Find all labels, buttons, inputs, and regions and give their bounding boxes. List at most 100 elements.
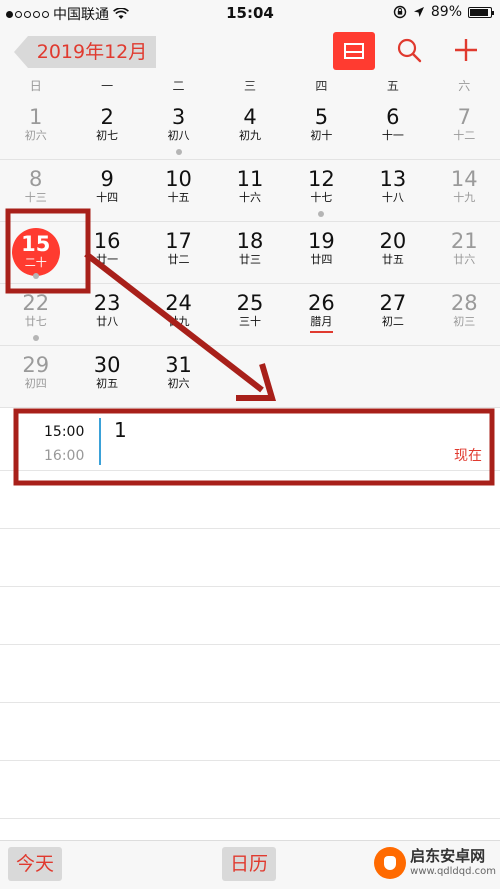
lunar-month-underline (309, 331, 333, 333)
day-cell[interactable]: 16 廿一 (74, 222, 141, 284)
day-cell[interactable]: 1 初六 (2, 98, 69, 160)
day-cell[interactable]: 8 十三 (2, 160, 69, 222)
day-cell[interactable]: 30 初五 (74, 346, 141, 408)
lunar-date: 十六 (239, 191, 261, 204)
lunar-date: 廿九 (167, 315, 190, 328)
event-dot (32, 335, 39, 341)
day-cell[interactable]: 17 廿二 (145, 222, 212, 284)
week-row: 22 廿七 23 廿八 24 廿九 25 三十 26 腊月 27 初二 28 初三 (0, 284, 500, 346)
lunar-date: 廿二 (167, 253, 190, 266)
watermark-name: 启东安卓网 (410, 847, 486, 865)
event-dot (175, 149, 182, 155)
day-cell[interactable]: 28 初三 (431, 284, 498, 346)
day-cell[interactable]: 23 廿八 (74, 284, 141, 346)
day-number: 23 (93, 291, 121, 315)
day-cell[interactable]: 31 初六 (145, 346, 212, 408)
lunar-date: 初二 (381, 315, 404, 328)
day-number: 10 (165, 167, 192, 191)
lunar-date: 十九 (453, 191, 476, 204)
day-cell-today[interactable]: 15 二十 (2, 222, 69, 284)
lunar-date: 十二 (453, 129, 476, 142)
now-indicator: 现在 (454, 448, 482, 464)
event-dot (318, 211, 325, 217)
day-cell[interactable]: 25 三十 (217, 284, 284, 346)
lunar-date: 十四 (96, 191, 119, 204)
day-cell[interactable]: 11 十六 (217, 160, 284, 222)
lunar-date: 廿七 (24, 315, 47, 328)
day-cell[interactable]: 18 廿三 (217, 222, 284, 284)
day-cell[interactable]: 27 初二 (359, 284, 426, 346)
weekday-label: 四 (315, 79, 328, 93)
day-cell[interactable]: 3 初八 (145, 98, 212, 160)
day-cell[interactable]: 21 廿六 (431, 222, 498, 284)
day-cell[interactable]: 29 初四 (2, 346, 69, 408)
lunar-date: 廿三 (239, 253, 261, 266)
day-cell[interactable]: 20 廿五 (359, 222, 426, 284)
day-number: 19 (308, 229, 335, 253)
weekday-label: 日 (29, 79, 42, 93)
day-cell[interactable]: 4 初九 (217, 98, 284, 160)
day-cell[interactable]: 6 十一 (359, 98, 426, 160)
back-to-month-button[interactable]: 2019年12月 (14, 36, 156, 68)
add-event-icon[interactable] (452, 36, 480, 64)
battery-icon (468, 6, 494, 18)
weekday-label: 三 (243, 79, 256, 93)
day-cell[interactable]: 13 十八 (359, 160, 426, 222)
day-number: 26 (308, 291, 335, 315)
today-button[interactable]: 今天 (8, 847, 63, 881)
lunar-date: 廿五 (381, 253, 404, 266)
day-cell[interactable]: 26 腊月 (288, 284, 355, 346)
orientation-lock-icon (393, 5, 407, 19)
day-cell[interactable]: 14 十九 (431, 160, 498, 222)
day-number: 2 (100, 105, 114, 129)
lunar-date: 腊月 (310, 315, 333, 328)
event-start-time: 15:00 (44, 424, 85, 440)
day-cell[interactable]: 7 十二 (431, 98, 498, 160)
lunar-date: 十三 (24, 191, 47, 204)
hour-divider (0, 702, 500, 703)
hour-divider (0, 818, 500, 819)
lunar-date: 三十 (239, 315, 261, 328)
hour-divider (0, 528, 500, 529)
day-number: 7 (457, 105, 471, 129)
day-number: 24 (165, 291, 192, 315)
week-row: 29 初四 30 初五 31 初六 (0, 346, 500, 408)
day-cell[interactable]: 10 十五 (145, 160, 212, 222)
day-number: 4 (243, 105, 257, 129)
day-number: 5 (314, 105, 329, 129)
day-cell[interactable]: 2 初七 (74, 98, 141, 160)
event-end-time: 16:00 (44, 448, 85, 464)
event-title[interactable]: 1 (114, 418, 127, 442)
location-icon (413, 7, 424, 17)
hour-divider (0, 470, 500, 471)
day-cell[interactable]: 22 廿七 (2, 284, 69, 346)
list-view-toggle-button[interactable] (333, 32, 375, 70)
lunar-date: 初三 (453, 315, 476, 328)
day-cell[interactable]: 19 廿四 (288, 222, 355, 284)
week-row: 1 初六 2 初七 3 初八 4 初九 5 初十 6 十一 7 十二 (0, 98, 500, 160)
calendars-button[interactable]: 日历 (222, 847, 277, 881)
day-cell[interactable]: 12 十七 (288, 160, 355, 222)
day-number: 3 (171, 105, 186, 129)
day-number: 15 (21, 232, 51, 256)
hour-divider (0, 586, 500, 587)
lunar-date: 二十 (24, 256, 47, 269)
day-number: 17 (165, 229, 192, 253)
weekday-label: 五 (386, 79, 399, 93)
list-view-icon (344, 43, 364, 59)
day-number: 1 (29, 105, 43, 129)
search-icon[interactable] (395, 36, 423, 64)
day-event-list: 15:00 16:00 1 现在 (0, 408, 500, 840)
day-number: 9 (100, 167, 114, 191)
lunar-date: 初七 (96, 129, 119, 142)
day-cell[interactable]: 9 十四 (74, 160, 141, 222)
status-right: 89% (393, 4, 494, 20)
lunar-date: 十八 (381, 191, 404, 204)
watermark-logo-icon (374, 847, 407, 879)
day-number: 18 (236, 229, 264, 253)
day-cell[interactable]: 5 初十 (288, 98, 355, 160)
lunar-date: 廿一 (96, 253, 119, 266)
day-number: 31 (165, 353, 192, 377)
day-cell[interactable]: 24 廿九 (145, 284, 212, 346)
hour-divider (0, 760, 500, 761)
